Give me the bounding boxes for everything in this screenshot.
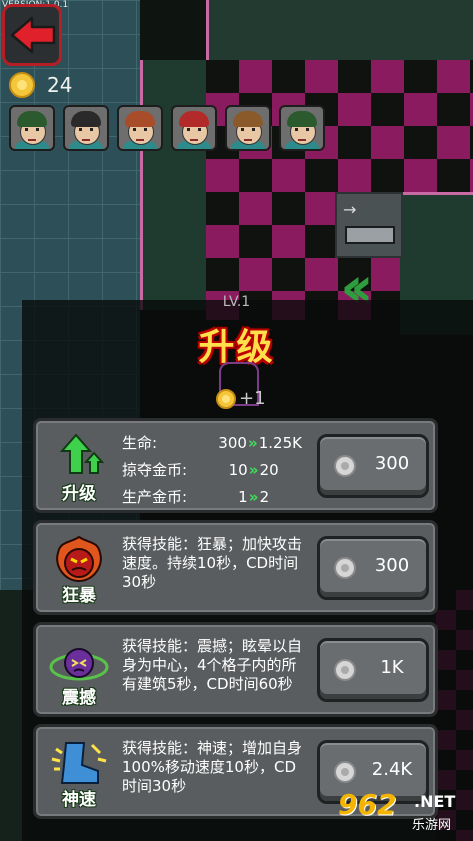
- watermark-net: .NET: [414, 792, 456, 811]
- avatar-eyes: [187, 128, 201, 131]
- skill-description: 获得技能：狂暴；加快攻击速度。持续10秒，CD时间30秒: [122, 535, 303, 591]
- avatar-hair: [17, 111, 47, 127]
- upgrade-price: 300: [374, 453, 410, 474]
- avatar-hair: [287, 111, 317, 127]
- bonus-text: +1: [239, 388, 266, 409]
- avatar-mouth: [298, 136, 306, 141]
- skill-card-rage: 狂暴 获得技能：狂暴；加快攻击速度。持续10秒，CD时间30秒 300: [33, 520, 438, 615]
- coin-count: 24: [47, 73, 73, 97]
- avatar-3[interactable]: [117, 105, 163, 151]
- avatar-hair: [179, 111, 209, 127]
- wall-top: [206, 0, 473, 63]
- upgrade-label: 升级: [62, 484, 96, 504]
- silver-coin-icon: [334, 659, 356, 681]
- back-button[interactable]: [2, 4, 62, 66]
- avatar-1[interactable]: [9, 105, 55, 151]
- avatar-5[interactable]: [225, 105, 271, 151]
- skill-price: 2.4K: [371, 759, 413, 780]
- avatar-mouth: [28, 136, 36, 141]
- avatar-eyes: [79, 128, 93, 131]
- avatar-hair: [71, 111, 101, 127]
- stat-list: 生命: 300» 1.25K 掠夺金币: 10» 20 生产金币: 1» 2: [122, 430, 302, 511]
- avatar-eyes: [25, 128, 39, 131]
- avatar-4[interactable]: [171, 105, 217, 151]
- coin-icon: [9, 72, 35, 98]
- upgrade-buy-button[interactable]: 300: [317, 434, 429, 498]
- arrow-right-icon: »: [248, 461, 259, 479]
- skill-label: 神速: [62, 790, 96, 810]
- door[interactable]: →: [335, 192, 403, 258]
- skill-price: 1K: [380, 657, 404, 678]
- stat-key: 生产金币:: [122, 488, 188, 506]
- silver-coin-icon: [334, 455, 356, 477]
- avatar-mouth: [244, 136, 252, 141]
- door-bar: [345, 226, 395, 244]
- watermark-site: 乐游网: [412, 818, 452, 833]
- skill-price: 300: [374, 555, 410, 576]
- rage-icon: [48, 535, 110, 585]
- avatar-eyes: [241, 128, 255, 131]
- skill-card-shock: 震撼 获得技能：震撼；眩晕以自身为中心，4个格子内的所有建筑5秒，CD时间60秒…: [33, 622, 438, 717]
- avatar-eyes: [133, 128, 147, 131]
- speed-boot-icon: [48, 739, 110, 789]
- stat-to: 1.25K: [258, 434, 302, 452]
- avatar-eyes: [295, 128, 309, 131]
- arrow-right-icon: »: [248, 488, 259, 506]
- stat-from: 1: [238, 488, 248, 506]
- avatar-hair: [125, 111, 155, 127]
- watermark-number: 962: [338, 788, 397, 821]
- coin-counter: 24: [9, 72, 72, 98]
- arrow-right-icon: »: [247, 434, 258, 452]
- avatar-2[interactable]: [63, 105, 109, 151]
- upgrade-arrow-icon: [48, 433, 110, 483]
- silver-coin-icon: [334, 761, 356, 783]
- avatar-hair: [233, 111, 263, 127]
- skill-buy-button[interactable]: 1K: [317, 638, 429, 702]
- stat-row: 掠夺金币: 10» 20: [122, 457, 302, 484]
- team-avatars: [9, 105, 325, 151]
- stat-from: 10: [228, 461, 248, 479]
- skill-buy-button[interactable]: 300: [317, 536, 429, 600]
- skill-label: 狂暴: [62, 586, 96, 606]
- coin-icon: [216, 388, 236, 409]
- stat-row: 生命: 300» 1.25K: [122, 430, 302, 457]
- door-arrow-icon: →: [343, 200, 357, 219]
- stat-from: 300: [218, 434, 247, 452]
- silver-coin-icon: [334, 557, 356, 579]
- shock-icon: [48, 637, 110, 687]
- wall-corridor: [140, 60, 209, 310]
- watermark-logo: 962 .NET 乐游网: [332, 788, 470, 838]
- stat-key: 生命:: [122, 434, 158, 452]
- stat-key: 掠夺金币:: [122, 461, 188, 479]
- skill-description: 获得技能：震撼；眩晕以自身为中心，4个格子内的所有建筑5秒，CD时间60秒: [122, 637, 303, 693]
- skill-label: 震撼: [62, 688, 96, 708]
- avatar-mouth: [190, 136, 198, 141]
- avatar-6[interactable]: [279, 105, 325, 151]
- stat-row: 生产金币: 1» 2: [122, 484, 302, 511]
- back-arrow-icon: [10, 16, 56, 54]
- bonus-indicator: +1: [213, 388, 266, 409]
- level-label: LV.1: [222, 294, 251, 310]
- avatar-mouth: [136, 136, 144, 141]
- upgrade-card: 升级 生命: 300» 1.25K 掠夺金币: 10» 20 生产金币: 1» 2 300: [33, 418, 438, 513]
- stat-to: 20: [259, 461, 279, 479]
- avatar-mouth: [82, 136, 90, 141]
- skill-description: 获得技能：神速；增加自身100%移动速度10秒，CD时间30秒: [122, 739, 303, 795]
- stat-to: 2: [259, 488, 270, 506]
